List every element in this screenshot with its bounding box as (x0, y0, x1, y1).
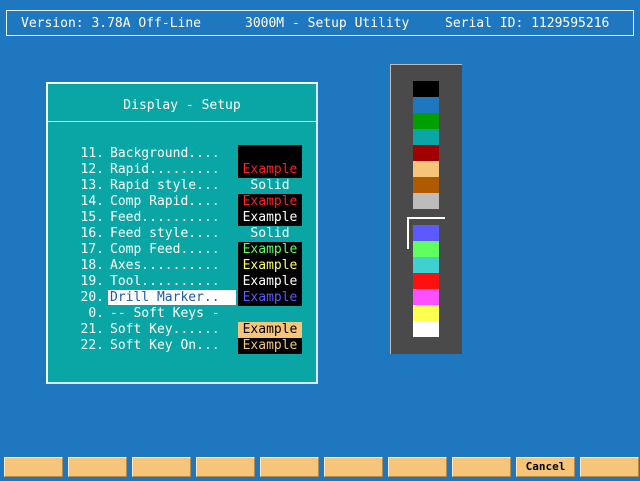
setup-row-tool[interactable]: 19. Tool.......... Example (48, 274, 316, 290)
softkey-7[interactable] (388, 457, 447, 477)
softkey-4[interactable] (196, 457, 255, 477)
color-swatch-red[interactable] (413, 145, 439, 161)
color-swatch-blue[interactable] (413, 97, 439, 113)
setup-row-feed[interactable]: 15. Feed.......... Example (48, 210, 316, 226)
setup-row-axes[interactable]: 18. Axes.......... Example (48, 258, 316, 274)
row-label: Tool.......... (110, 274, 220, 289)
row-label: -- Soft Keys - (110, 306, 220, 321)
cancel-softkey[interactable]: Cancel (516, 457, 575, 477)
row-label: Comp Feed..... (110, 242, 220, 257)
setup-row-drill-marker[interactable]: 20. Drill Marker.. Example (48, 290, 316, 306)
status-bar: Version: 3.78A Off-Line 3000M - Setup Ut… (6, 10, 634, 36)
row-label: Rapid......... (110, 162, 220, 177)
row-label: Rapid style... (110, 178, 220, 193)
setup-row-rapid[interactable]: 12. Rapid......... Example (48, 162, 316, 178)
color-swatch-light-blue[interactable] (413, 225, 439, 241)
background-color-preview (238, 145, 302, 163)
color-swatch-yellow[interactable] (413, 305, 439, 321)
color-swatch-white[interactable] (413, 321, 439, 337)
row-number: 20. (80, 290, 104, 305)
row-number: 21. (80, 322, 104, 337)
row-label: Comp Rapid.... (110, 194, 220, 209)
setup-row-soft-keys-header[interactable]: 0. -- Soft Keys - (48, 306, 316, 322)
row-number: 13. (80, 178, 104, 193)
softkey-bar: Cancel (4, 457, 639, 477)
row-label: Background.... (110, 146, 220, 161)
rapid-example: Example (238, 162, 302, 178)
setup-row-feed-style[interactable]: 16. Feed style.... Solid (48, 226, 316, 242)
feed-style-value: Solid (250, 226, 290, 241)
comp-feed-example: Example (238, 242, 302, 258)
row-label: Feed.......... (110, 210, 220, 225)
row-number: 16. (80, 226, 104, 241)
color-swatch-light-green[interactable] (413, 241, 439, 257)
color-swatch-light-red[interactable] (413, 273, 439, 289)
rapid-style-value: Solid (250, 178, 290, 193)
row-number: 11. (80, 146, 104, 161)
softkey-1[interactable] (4, 457, 63, 477)
soft-key-example: Example (238, 322, 302, 338)
serial-id-label: Serial ID: 1129595216 (445, 16, 610, 31)
panel-title: Display - Setup (123, 98, 241, 113)
color-swatch-cyan[interactable] (413, 129, 439, 145)
row-label-selected: Drill Marker.. (108, 290, 236, 305)
row-number: 19. (80, 274, 104, 289)
setup-row-comp-rapid[interactable]: 14. Comp Rapid.... Example (48, 194, 316, 210)
softkey-8[interactable] (452, 457, 511, 477)
row-number: 12. (80, 162, 104, 177)
softkey-3[interactable] (132, 457, 191, 477)
drill-marker-example: Example (238, 290, 302, 306)
softkey-10[interactable] (580, 457, 639, 477)
row-label: Soft Key...... (110, 322, 220, 337)
feed-example: Example (238, 210, 302, 226)
color-swatch-magenta[interactable] (413, 289, 439, 305)
softkey-6[interactable] (324, 457, 383, 477)
row-label: Feed style.... (110, 226, 220, 241)
setup-row-soft-key-on[interactable]: 22. Soft Key On... Example (48, 338, 316, 354)
row-label: Axes.......... (110, 258, 220, 273)
row-number: 17. (80, 242, 104, 257)
color-swatch-green[interactable] (413, 113, 439, 129)
setup-row-soft-key[interactable]: 21. Soft Key...... Example (48, 322, 316, 338)
setup-row-rapid-style[interactable]: 13. Rapid style... Solid (48, 178, 316, 194)
row-label: Soft Key On... (110, 338, 220, 353)
color-swatch-black[interactable] (413, 81, 439, 97)
color-swatch-tan[interactable] (413, 161, 439, 177)
axes-example: Example (238, 258, 302, 274)
softkey-2[interactable] (68, 457, 127, 477)
color-palette (390, 64, 462, 354)
soft-key-on-example: Example (238, 338, 302, 354)
color-swatch-gray[interactable] (413, 193, 439, 209)
comp-rapid-example: Example (238, 194, 302, 210)
row-number: 22. (80, 338, 104, 353)
panel-divider (48, 121, 316, 122)
version-label: Version: 3.78A Off-Line (21, 16, 202, 31)
tool-example: Example (238, 274, 302, 290)
display-setup-panel: Display - Setup 11. Background.... 12. R… (46, 82, 318, 384)
row-number: 0. (88, 306, 104, 321)
setup-row-comp-feed[interactable]: 17. Comp Feed..... Example (48, 242, 316, 258)
color-swatch-light-cyan[interactable] (413, 257, 439, 273)
row-number: 15. (80, 210, 104, 225)
row-number: 18. (80, 258, 104, 273)
color-swatch-brown[interactable] (413, 177, 439, 193)
app-title: 3000M - Setup Utility (245, 16, 410, 31)
softkey-5[interactable] (260, 457, 319, 477)
row-number: 14. (80, 194, 104, 209)
